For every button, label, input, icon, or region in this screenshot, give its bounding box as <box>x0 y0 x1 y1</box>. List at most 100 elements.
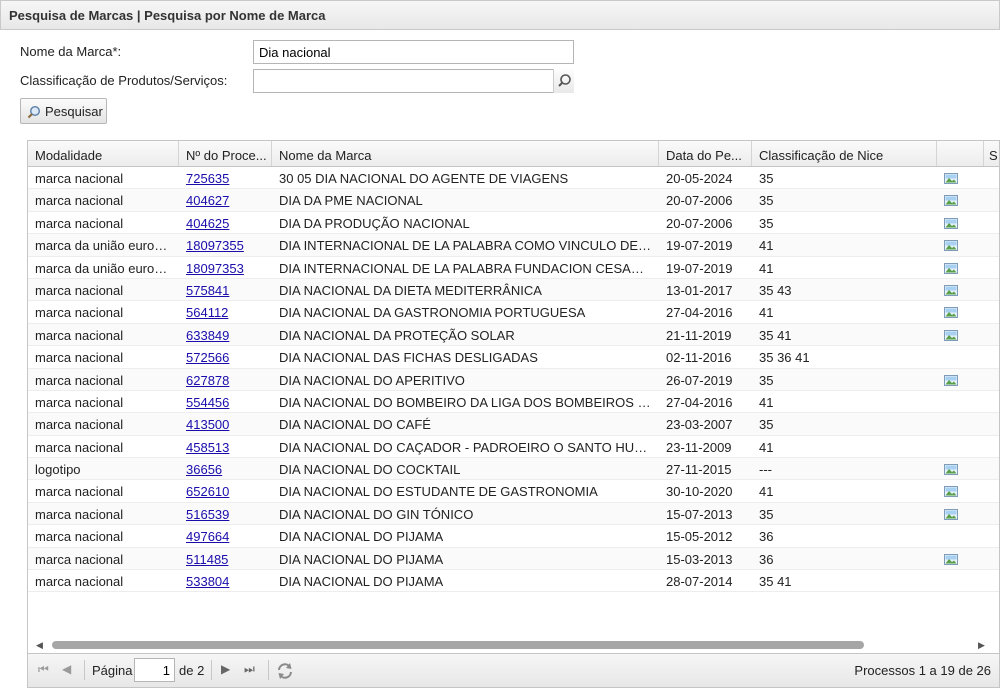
table-row[interactable]: marca nacional 554456 DIA NACIONAL DO BOMB… <box>28 391 999 414</box>
process-number-link[interactable]: 404625 <box>186 216 229 231</box>
cell-brand-name: DIA NACIONAL DO PIJAMA <box>279 574 444 590</box>
cell-process-number: 627878 <box>179 369 272 391</box>
table-row[interactable]: marca nacional 652610 DIA NACIONAL DO ESTU… <box>28 480 999 503</box>
cell-brand-name: DIA NACIONAL DO CAFÉ <box>279 417 431 433</box>
table-row[interactable]: marca nacional 725635 30 05 DIA NACIONAL D… <box>28 167 999 190</box>
scrollbar-thumb[interactable] <box>52 641 864 649</box>
table-row[interactable]: marca da união europeia 18097353 DIA INTER… <box>28 257 999 279</box>
cell-brand-name: DIA INTERNACIONAL DE LA PALABRA FUNDACIO… <box>279 260 659 276</box>
table-row[interactable]: marca nacional 413500 DIA NACIONAL DO CAFÉ… <box>28 413 999 436</box>
image-thumbnail-icon[interactable] <box>944 239 958 254</box>
classification-lookup-button[interactable] <box>553 69 574 93</box>
cell-brand-name: DIA NACIONAL DO PIJAMA <box>279 551 444 567</box>
cell-date: 19-07-2019 <box>666 260 733 276</box>
cell-process-number: 18097353 <box>179 257 272 279</box>
cell-brand-name: DIA NACIONAL DO BOMBEIRO DA LIGA DOS BOM… <box>279 394 656 410</box>
cell-modalidade: marca nacional <box>35 529 124 545</box>
table-row[interactable]: marca nacional 533804 DIA NACIONAL DO PIJA… <box>28 570 999 593</box>
table-row[interactable]: marca nacional 404627 DIA DA PME NACIONAL 2… <box>28 189 999 212</box>
next-page-icon[interactable]: ▶ <box>221 662 230 676</box>
process-number-link[interactable]: 18097353 <box>186 261 244 276</box>
table-row[interactable]: marca nacional 458513 DIA NACIONAL DO CAÇA… <box>28 436 999 459</box>
image-thumbnail-icon[interactable] <box>944 194 958 209</box>
page-title: Pesquisa de Marcas | Pesquisa por Nome d… <box>9 8 326 23</box>
table-row[interactable]: marca nacional 575841 DIA NACIONAL DA DIET… <box>28 278 999 302</box>
cell-modalidade: marca nacional <box>35 574 124 590</box>
search-button[interactable]: Pesquisar <box>20 98 107 124</box>
table-row[interactable]: marca nacional 564112 DIA NACIONAL DA GAST… <box>28 301 999 324</box>
image-thumbnail-icon[interactable] <box>944 553 958 568</box>
cell-date: 13-01-2017 <box>666 282 733 298</box>
image-thumbnail-icon[interactable] <box>944 306 958 321</box>
image-thumbnail-icon[interactable] <box>944 485 958 500</box>
image-thumbnail-icon[interactable] <box>944 463 958 478</box>
process-number-link[interactable]: 627878 <box>186 373 229 388</box>
table-row[interactable]: marca nacional 572566 DIA NACIONAL DAS FIC… <box>28 346 999 369</box>
process-number-link[interactable]: 652610 <box>186 484 229 499</box>
process-number-link[interactable]: 572566 <box>186 350 229 365</box>
first-page-icon[interactable]: ⏮ <box>38 662 49 677</box>
last-page-icon[interactable]: ⏭ <box>244 662 255 677</box>
cell-process-number: 725635 <box>179 167 272 189</box>
process-number-link[interactable]: 575841 <box>186 283 229 298</box>
cell-date: 30-10-2020 <box>666 484 733 500</box>
table-row[interactable]: marca nacional 633849 DIA NACIONAL DA PROT… <box>28 323 999 347</box>
classification-input[interactable] <box>253 69 574 93</box>
brand-name-input[interactable] <box>253 40 574 64</box>
cell-process-number: 404625 <box>179 212 272 234</box>
cell-nice-class: 41 <box>759 439 774 455</box>
image-thumbnail-icon[interactable] <box>944 329 958 344</box>
process-number-link[interactable]: 564112 <box>186 305 228 320</box>
table-row[interactable]: logotipo 36656 DIA NACIONAL DO COCKTAIL 27-… <box>28 458 999 481</box>
process-number-link[interactable]: 497664 <box>186 529 229 544</box>
cell-process-number: 575841 <box>179 279 272 301</box>
toolbar-separator <box>211 660 212 680</box>
column-header-modalidade[interactable]: Modalidade <box>28 141 179 166</box>
cell-modalidade: marca da união europeia <box>35 238 179 254</box>
column-header-brand-name[interactable]: Nome da Marca <box>272 141 659 166</box>
cell-process-number: 533804 <box>179 570 272 592</box>
process-number-link[interactable]: 458513 <box>186 440 229 455</box>
page-number-input[interactable] <box>134 658 175 682</box>
column-header-image[interactable] <box>937 141 984 166</box>
process-number-link[interactable]: 554456 <box>186 395 229 410</box>
refresh-icon[interactable] <box>276 662 294 683</box>
previous-page-icon[interactable]: ◀ <box>62 662 71 676</box>
table-row[interactable]: marca nacional 404625 DIA DA PRODUÇÃO NACI… <box>28 212 999 235</box>
table-row[interactable]: marca nacional 627878 DIA NACIONAL DO APER… <box>28 368 999 391</box>
column-header-date[interactable]: Data do Pe... <box>659 141 752 166</box>
process-number-link[interactable]: 725635 <box>186 171 229 186</box>
process-number-link[interactable]: 404627 <box>186 193 229 208</box>
table-row[interactable]: marca da união europeia 18097355 DIA INTER… <box>28 234 999 257</box>
scroll-right-icon[interactable]: ▶ <box>978 640 985 651</box>
process-number-link[interactable]: 511485 <box>186 552 228 567</box>
image-thumbnail-icon[interactable] <box>944 172 958 187</box>
table-row[interactable]: marca nacional 516539 DIA NACIONAL DO GIN … <box>28 502 999 526</box>
column-header-nice-class[interactable]: Classificação de Nice <box>752 141 937 166</box>
process-number-link[interactable]: 516539 <box>186 507 229 522</box>
cell-process-number: 18097355 <box>179 234 272 256</box>
table-row[interactable]: marca nacional 497664 DIA NACIONAL DO PIJA… <box>28 525 999 548</box>
scroll-left-icon[interactable]: ◀ <box>36 640 43 651</box>
page-label: Página <box>92 663 133 678</box>
image-thumbnail-icon[interactable] <box>944 217 958 232</box>
cell-modalidade: marca nacional <box>35 551 124 567</box>
image-thumbnail-icon[interactable] <box>944 284 958 299</box>
cell-modalidade: marca nacional <box>35 439 124 455</box>
grid-rows: marca nacional 725635 30 05 DIA NACIONAL D… <box>28 167 999 593</box>
image-thumbnail-icon[interactable] <box>944 508 958 523</box>
table-row[interactable]: marca nacional 511485 DIA NACIONAL DO PIJA… <box>28 547 999 571</box>
results-status: Processos 1 a 19 de 26 <box>854 663 991 678</box>
column-header-process-number[interactable]: Nº do Proce... <box>179 141 272 166</box>
cell-date: 28-07-2014 <box>666 574 733 590</box>
process-number-link[interactable]: 413500 <box>186 417 229 432</box>
image-thumbnail-icon[interactable] <box>944 374 958 389</box>
column-header-s[interactable]: S <box>984 141 999 166</box>
process-number-link[interactable]: 18097355 <box>186 238 244 253</box>
process-number-link[interactable]: 36656 <box>186 462 222 477</box>
horizontal-scrollbar[interactable]: ◀ ▶ <box>28 637 999 653</box>
process-number-link[interactable]: 633849 <box>186 328 229 343</box>
image-thumbnail-icon[interactable] <box>944 262 958 277</box>
cell-process-number: 404627 <box>179 189 272 211</box>
process-number-link[interactable]: 533804 <box>186 574 229 589</box>
